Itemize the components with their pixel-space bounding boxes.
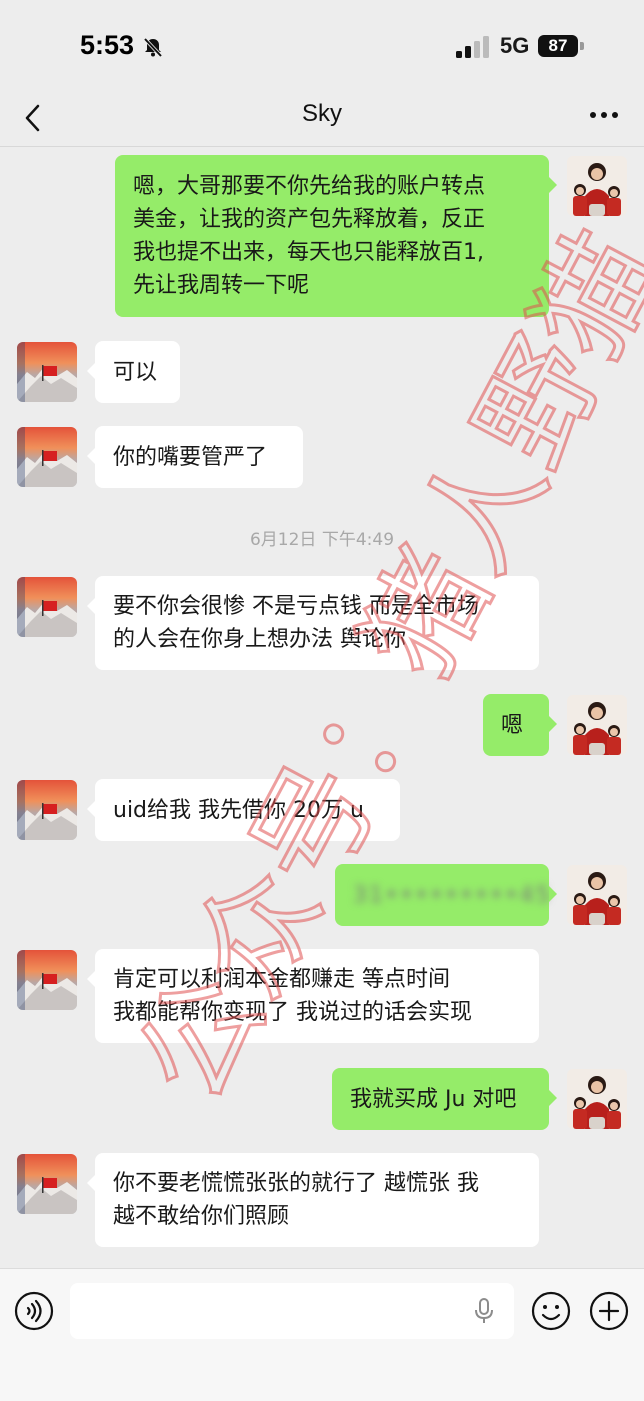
- chat-title: Sky: [301, 100, 342, 127]
- status-time: 5:53: [80, 30, 135, 60]
- message-bubble-outgoing[interactable]: 我就买成 Ju 对吧: [332, 1068, 557, 1130]
- blurred-uid-text: 31•••••••••45: [353, 882, 552, 908]
- message-bubble-incoming[interactable]: uid给我 我先借你 20万 u: [87, 779, 400, 841]
- mic-icon[interactable]: [472, 1297, 496, 1325]
- message-bubble-outgoing[interactable]: 嗯: [483, 694, 557, 756]
- network-label: 5G: [500, 33, 530, 58]
- my-avatar[interactable]: [567, 1069, 627, 1129]
- contact-avatar[interactable]: [17, 577, 77, 637]
- message-bubble-outgoing[interactable]: 嗯，大哥那要不你先给我的账户转点 美金，让我的资产包先释放着，反正 我也提不出来…: [115, 155, 557, 317]
- battery-indicator: 87: [538, 35, 578, 57]
- voice-icon[interactable]: [14, 1291, 54, 1331]
- plus-icon[interactable]: [589, 1291, 629, 1331]
- status-bar: 5:53 5G 87: [0, 0, 644, 90]
- message-bubble-incoming[interactable]: 你不要老慌慌张张的就行了 越慌张 我 越不敢给你们照顾: [87, 1153, 539, 1247]
- message-bubble-outgoing-uid[interactable]: 31•••••••••45: [335, 864, 557, 926]
- my-avatar[interactable]: [567, 695, 627, 755]
- message-bubble-incoming[interactable]: 要不你会很惨 不是亏点钱 而是全市场 的人会在你身上想办法 舆论你: [87, 576, 539, 670]
- message-bubble-incoming[interactable]: 肯定可以利润本金都赚走 等点时间 我都能帮你变现了 我说过的话会实现: [87, 949, 539, 1043]
- contact-avatar[interactable]: [17, 950, 77, 1010]
- message-input[interactable]: [70, 1283, 514, 1339]
- my-avatar[interactable]: [567, 865, 627, 925]
- contact-avatar[interactable]: [17, 1154, 77, 1214]
- contact-avatar[interactable]: [17, 780, 77, 840]
- message-bubble-incoming[interactable]: 你的嘴要管严了: [87, 426, 303, 488]
- signal-icon: [456, 36, 489, 58]
- contact-avatar[interactable]: [17, 427, 77, 487]
- emoji-icon[interactable]: [531, 1291, 571, 1331]
- input-bar: [0, 1268, 644, 1401]
- message-timestamp: 6月12日 下午4:49: [249, 530, 395, 550]
- bell-muted-icon: [143, 37, 163, 58]
- message-bubble-incoming[interactable]: 可以: [87, 341, 180, 403]
- contact-avatar[interactable]: [17, 342, 77, 402]
- chat-header: Sky: [0, 90, 644, 147]
- my-avatar[interactable]: [567, 156, 627, 216]
- battery-tip: [580, 42, 584, 50]
- more-dots-icon[interactable]: [588, 110, 620, 120]
